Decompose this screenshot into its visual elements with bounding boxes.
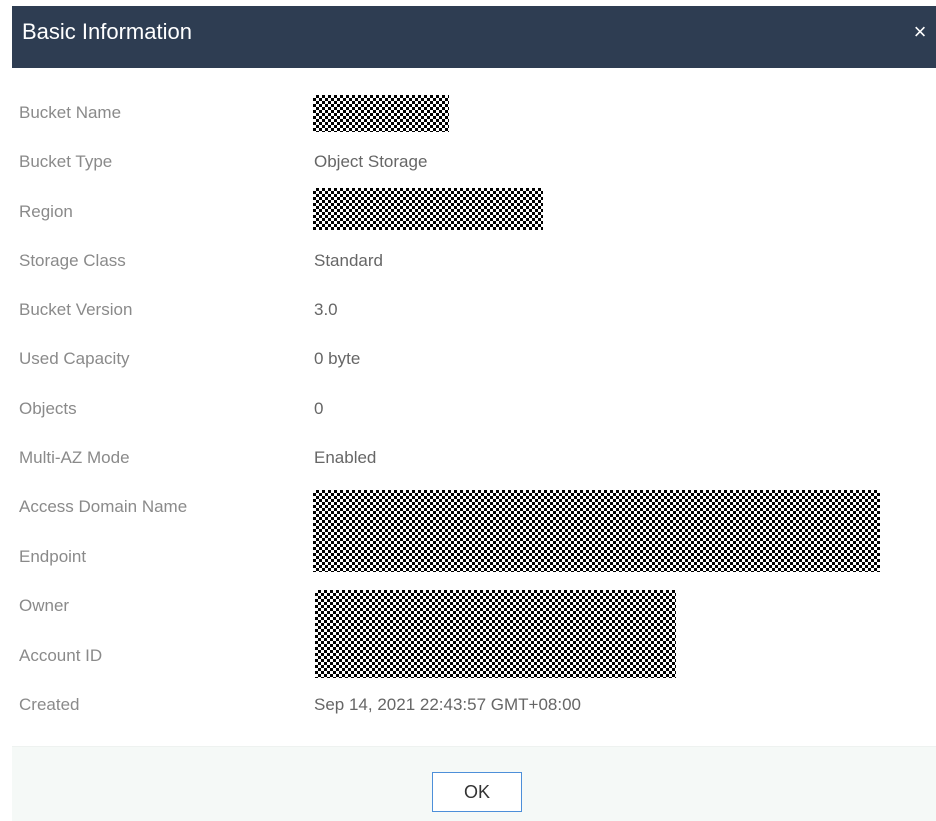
redaction-mask-owner-account bbox=[315, 590, 676, 678]
access-domain-name-label: Access Domain Name bbox=[19, 497, 188, 516]
dialog-title: Basic Information bbox=[22, 19, 192, 44]
redaction-mask-region bbox=[313, 188, 543, 230]
used-capacity-label: Used Capacity bbox=[19, 349, 130, 368]
redaction-mask-domain-endpoint bbox=[313, 490, 880, 572]
dialog-header: Basic Information × bbox=[12, 6, 936, 68]
row-created: Created Sep 14, 2021 22:43:57 GMT+08:00 bbox=[12, 693, 936, 723]
row-storage-class: Storage Class Standard bbox=[12, 249, 936, 279]
objects-label: Objects bbox=[19, 399, 77, 418]
row-used-capacity: Used Capacity 0 byte bbox=[12, 347, 936, 377]
storage-class-label: Storage Class bbox=[19, 251, 126, 270]
close-icon[interactable]: × bbox=[908, 20, 932, 44]
redaction-mask-bucket-name bbox=[313, 95, 449, 132]
account-id-label: Account ID bbox=[19, 646, 103, 665]
row-bucket-version: Bucket Version 3.0 bbox=[12, 298, 936, 328]
storage-class-value: Standard bbox=[314, 251, 383, 270]
objects-value: 0 bbox=[314, 399, 324, 418]
bucket-type-label: Bucket Type bbox=[19, 152, 113, 171]
used-capacity-value: 0 byte bbox=[314, 349, 361, 368]
bucket-type-value: Object Storage bbox=[314, 152, 428, 171]
basic-information-dialog: Basic Information × Bucket Name Bucket T… bbox=[12, 6, 936, 821]
row-multi-az-mode: Multi-AZ Mode Enabled bbox=[12, 446, 936, 476]
row-objects: Objects 0 bbox=[12, 397, 936, 427]
created-value: Sep 14, 2021 22:43:57 GMT+08:00 bbox=[314, 695, 582, 714]
endpoint-label: Endpoint bbox=[19, 547, 87, 566]
row-bucket-type: Bucket Type Object Storage bbox=[12, 150, 936, 180]
bucket-version-label: Bucket Version bbox=[19, 300, 133, 319]
region-label: Region bbox=[19, 202, 73, 221]
ok-button[interactable]: OK bbox=[432, 772, 522, 812]
owner-label: Owner bbox=[19, 596, 70, 615]
dialog-footer: OK bbox=[12, 746, 936, 821]
created-label: Created bbox=[19, 695, 80, 714]
bucket-version-value: 3.0 bbox=[314, 300, 338, 319]
bucket-name-label: Bucket Name bbox=[19, 103, 122, 122]
row-bucket-name: Bucket Name bbox=[12, 101, 936, 131]
multi-az-mode-label: Multi-AZ Mode bbox=[19, 448, 130, 467]
multi-az-mode-value: Enabled bbox=[314, 448, 377, 467]
